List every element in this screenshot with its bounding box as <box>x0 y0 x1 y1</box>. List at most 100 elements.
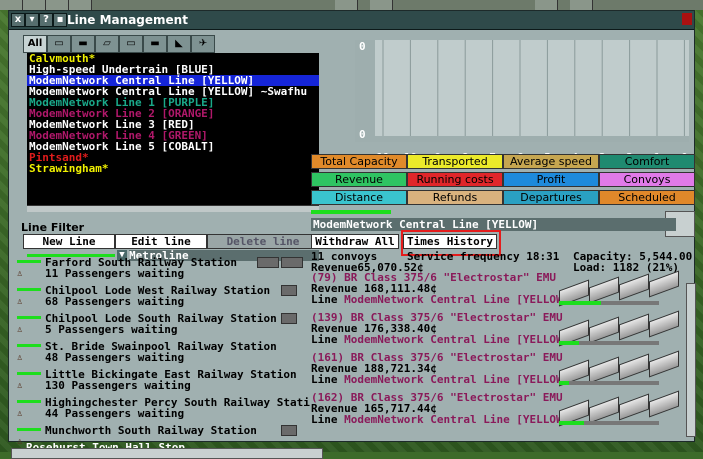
tab-aircraft[interactable]: ✈ <box>191 35 215 53</box>
train-car-icon <box>589 396 619 424</box>
tab-road-vehicles[interactable]: ▭ <box>47 35 71 53</box>
line-filter-label: Line Filter <box>21 221 85 234</box>
train-icon <box>281 313 297 324</box>
toolbar-button[interactable] <box>23 0 46 10</box>
toolbar-button[interactable] <box>570 0 593 10</box>
toolbar-button[interactable] <box>370 0 393 10</box>
toolbar-button[interactable] <box>46 0 69 10</box>
tab-monorail[interactable]: ▱ <box>95 35 119 53</box>
stat-toggle-button[interactable]: Total Capacity <box>311 154 407 169</box>
train-car-icon <box>649 350 679 378</box>
stat-toggle-button[interactable]: Departures <box>503 190 599 205</box>
line-list-item[interactable]: Strawingham* <box>27 163 319 174</box>
stats-chart: 0 0 11109876543210 <box>355 40 689 164</box>
convoy-item[interactable]: (79) BR Class 375/6 "Electrostar" EMU Rev… <box>311 270 683 311</box>
convoy-image <box>559 350 679 387</box>
convoy-line-name: ModemNetwork Central Line [YELLOW] <box>344 333 570 346</box>
train-car-icon <box>649 390 679 418</box>
delete-line-button[interactable]: Delete line <box>207 234 319 249</box>
stat-toggle-button[interactable]: Transported <box>407 154 503 169</box>
convoy-list-scrollbar[interactable] <box>686 283 696 437</box>
titlebar[interactable]: x ▾ ? ▪ Line Management <box>9 11 694 30</box>
convoy-line: Line ModemNetwork Central Line [YELLOW] <box>311 333 569 346</box>
tab-trains[interactable]: ▬ <box>71 35 95 53</box>
train-icon <box>281 285 297 296</box>
stop-list-scrollbar[interactable] <box>11 448 323 459</box>
convoy-image <box>559 390 679 427</box>
new-line-button[interactable]: New Line <box>23 234 115 249</box>
tab-trams[interactable]: ▭ <box>119 35 143 53</box>
convoy-load-bar <box>559 301 659 305</box>
stat-toggle-button[interactable]: Convoys <box>599 172 695 187</box>
line-list-scrollbar[interactable] <box>27 205 319 212</box>
line-list[interactable]: Calvmouth* High-speed Undertrain [BLUE] Mo… <box>27 53 319 205</box>
collapse-icon[interactable]: ▾ <box>25 13 39 27</box>
toolbar-button[interactable] <box>0 0 23 10</box>
ship-icon: ◣ <box>175 38 183 49</box>
edit-line-button[interactable]: Edit line <box>115 234 207 249</box>
window-title: Line Management <box>67 13 188 27</box>
stat-toggle-button[interactable]: Comfort <box>599 154 695 169</box>
bus-icon: ▭ <box>54 38 64 49</box>
bus-icon <box>281 257 303 268</box>
withdraw-all-button[interactable]: Withdraw All <box>311 234 399 249</box>
pin-icon[interactable]: ▪ <box>53 13 67 27</box>
line-segment-bar <box>17 400 41 403</box>
convoy-line-prefix: Line <box>311 373 345 386</box>
passengers-waiting: 11 Passengers waiting <box>45 267 185 280</box>
narrow-gauge-icon: ▬ <box>150 38 160 49</box>
stat-toggle-button[interactable]: Profit <box>503 172 599 187</box>
stat-toggle-button[interactable]: Refunds <box>407 190 503 205</box>
stat-toggle-button[interactable]: Average speed <box>503 154 599 169</box>
stat-toggle-button[interactable]: Revenue <box>311 172 407 187</box>
train-car-icon <box>589 356 619 384</box>
passenger-icon: ♙ <box>17 437 23 446</box>
convoy-item[interactable]: (161) BR Class 375/6 "Electrostar" EMU Re… <box>311 350 683 391</box>
stop-list-item[interactable]: Farford South Railway Station ♙ 11 Passeng… <box>15 256 319 284</box>
passenger-icon: ♙ <box>17 409 23 419</box>
convoy-line: Line ModemNetwork Central Line [YELLOW] <box>311 373 569 386</box>
tab-narrow-gauge[interactable]: ▬ <box>143 35 167 53</box>
chart-plot-area <box>375 40 689 136</box>
resize-gadget[interactable] <box>682 13 692 25</box>
convoy-line-name: ModemNetwork Central Line [YELLOW] <box>344 413 570 426</box>
line-segment-bar <box>17 428 41 431</box>
convoy-item[interactable]: (139) BR Class 375/6 "Electrostar" EMU Re… <box>311 310 683 351</box>
toolbar-button[interactable] <box>535 0 558 10</box>
stop-list-item[interactable]: Highingchester Percy South Railway Stati… <box>15 396 319 424</box>
train-car-icon <box>619 393 649 421</box>
convoy-item[interactable]: (162) BR Class 375/6 "Electrostar" EMU Re… <box>311 390 683 431</box>
line-segment-bar <box>17 316 41 319</box>
train-car-icon <box>649 310 679 338</box>
tab-ships[interactable]: ◣ <box>167 35 191 53</box>
convoy-load-fill <box>559 421 584 425</box>
stat-toggle-button[interactable]: Running costs <box>407 172 503 187</box>
help-icon[interactable]: ? <box>39 13 53 27</box>
stat-toggle-button[interactable]: Distance <box>311 190 407 205</box>
tram-icon <box>257 257 279 268</box>
passengers-waiting: 130 Passengers waiting <box>45 379 191 392</box>
toolbar-button[interactable] <box>69 0 92 10</box>
toolbar-button[interactable] <box>335 0 358 10</box>
close-icon[interactable]: x <box>11 13 25 27</box>
passengers-waiting: 68 Passengers waiting <box>45 295 185 308</box>
passenger-icon: ♙ <box>17 353 23 363</box>
stop-list-item[interactable]: St. Bride Swainpool Railway Station ♙ 48 P… <box>15 340 319 368</box>
tram-icon: ▭ <box>126 38 136 49</box>
stop-list-item[interactable]: Chilpool Lode South Railway Station ♙ 5 Pa… <box>15 312 319 340</box>
convoy-line-prefix: Line <box>311 413 345 426</box>
convoy-image <box>559 270 679 307</box>
train-icon: ▬ <box>78 38 88 49</box>
convoy-load-fill <box>559 301 601 305</box>
stop-list-item[interactable]: Chilpool Lode West Railway Station ♙ 68 Pa… <box>15 284 319 312</box>
stop-list[interactable]: Farford South Railway Station ♙ 11 Passeng… <box>15 256 319 446</box>
train-car-icon <box>589 316 619 344</box>
stat-toggle-button[interactable]: Scheduled <box>599 190 695 205</box>
stop-list-item[interactable]: Munchworth South Railway Station ♙ <box>15 424 319 446</box>
tab-all[interactable]: All <box>23 35 47 53</box>
line-segment-bar <box>17 288 41 291</box>
convoy-load-bar <box>559 381 659 385</box>
line-segment-bar <box>17 344 41 347</box>
stop-list-item[interactable]: Little Bickingate East Railway Station ♙ 1… <box>15 368 319 396</box>
train-car-icon <box>649 270 679 298</box>
